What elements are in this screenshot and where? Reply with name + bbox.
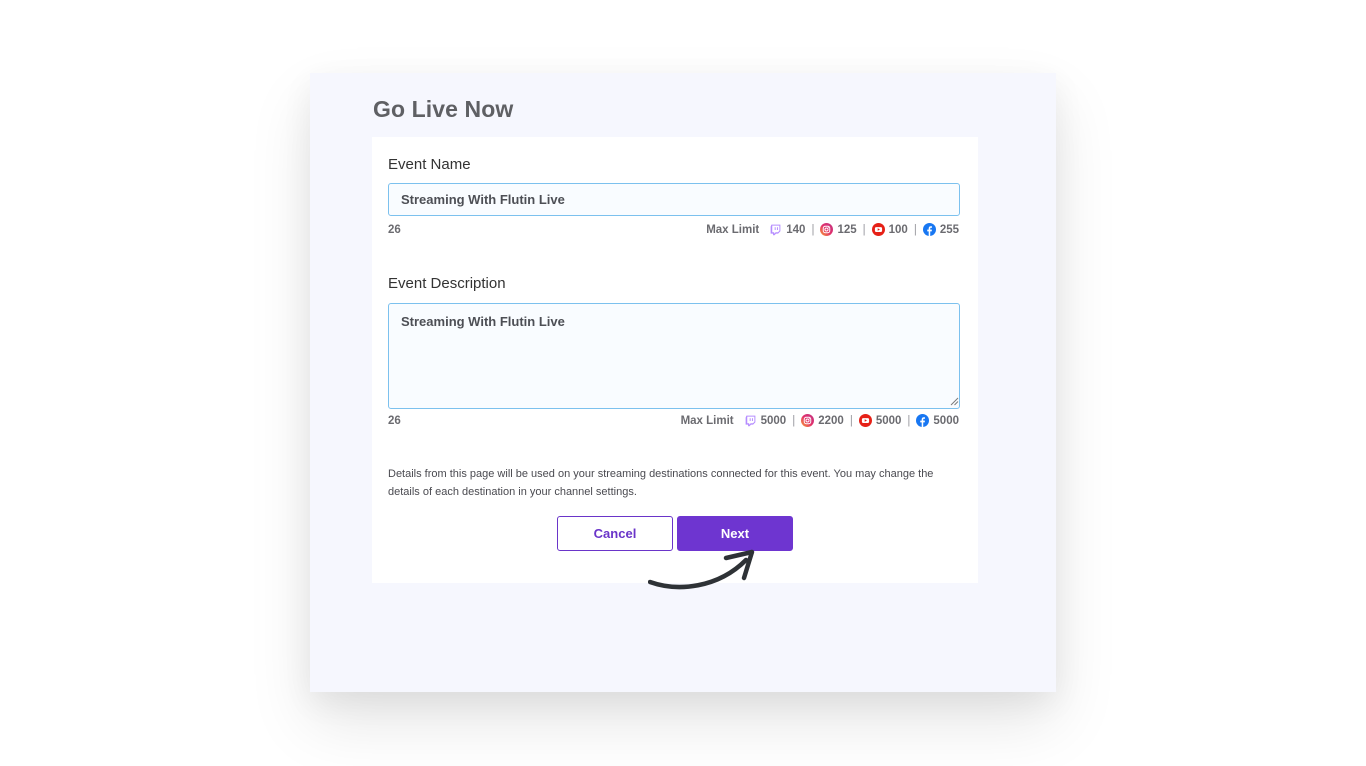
twitch-limit: 5000 [760,414,787,427]
event-name-input[interactable] [388,183,960,216]
facebook-icon [922,223,936,236]
page-title: Go Live Now [373,96,514,122]
limit-separator: | [907,414,911,427]
instagram-icon [820,223,834,236]
facebook-limit: 255 [939,223,959,236]
next-button[interactable]: Next [677,516,793,551]
limit-separator: | [862,223,866,236]
facebook-limit: 5000 [933,414,959,427]
youtube-icon [871,223,885,236]
cancel-button[interactable]: Cancel [557,516,673,551]
event-description-textarea[interactable]: Streaming With Flutin Live [388,303,960,409]
limit-separator: | [792,414,796,427]
resize-grip-icon[interactable] [949,396,959,406]
instagram-limit: 125 [837,223,857,236]
event-name-limits: Max Limit 140 | 125 | 100 | 255 [706,223,959,236]
twitch-icon [770,224,781,236]
limit-separator: | [811,223,815,236]
limit-separator: | [849,414,853,427]
instagram-icon [801,414,815,427]
event-name-char-count: 26 [388,224,401,236]
event-name-label: Event Name [388,156,471,173]
curved-arrow-icon [648,549,755,590]
event-form-card: Event Name 26 Max Limit 140 | [372,137,978,583]
youtube-icon [858,414,872,427]
instagram-limit: 2200 [818,414,844,427]
go-live-panel: Go Live Now Event Name 26 Max Limit 140 … [310,73,1056,692]
event-description-limits: Max Limit 5000 | 2200 | 5000 | 5000 [681,414,959,427]
event-description-char-count: 26 [388,415,401,427]
limit-separator: | [913,223,917,236]
event-description-label: Event Description [388,275,506,292]
twitch-icon [745,415,755,427]
youtube-limit: 5000 [875,414,902,427]
facebook-icon [916,414,930,427]
youtube-limit: 100 [888,223,908,236]
twitch-limit: 140 [786,223,806,236]
max-limit-label: Max Limit [680,414,734,427]
max-limit-label: Max Limit [706,223,760,236]
event-description-meta: 26 Max Limit 5000 | 2200 | 5000 | 5000 [388,414,959,430]
event-name-meta: 26 Max Limit 140 | 125 | 100 | 255 [388,223,959,239]
destinations-notice: Details from this page will be used on y… [388,468,934,498]
